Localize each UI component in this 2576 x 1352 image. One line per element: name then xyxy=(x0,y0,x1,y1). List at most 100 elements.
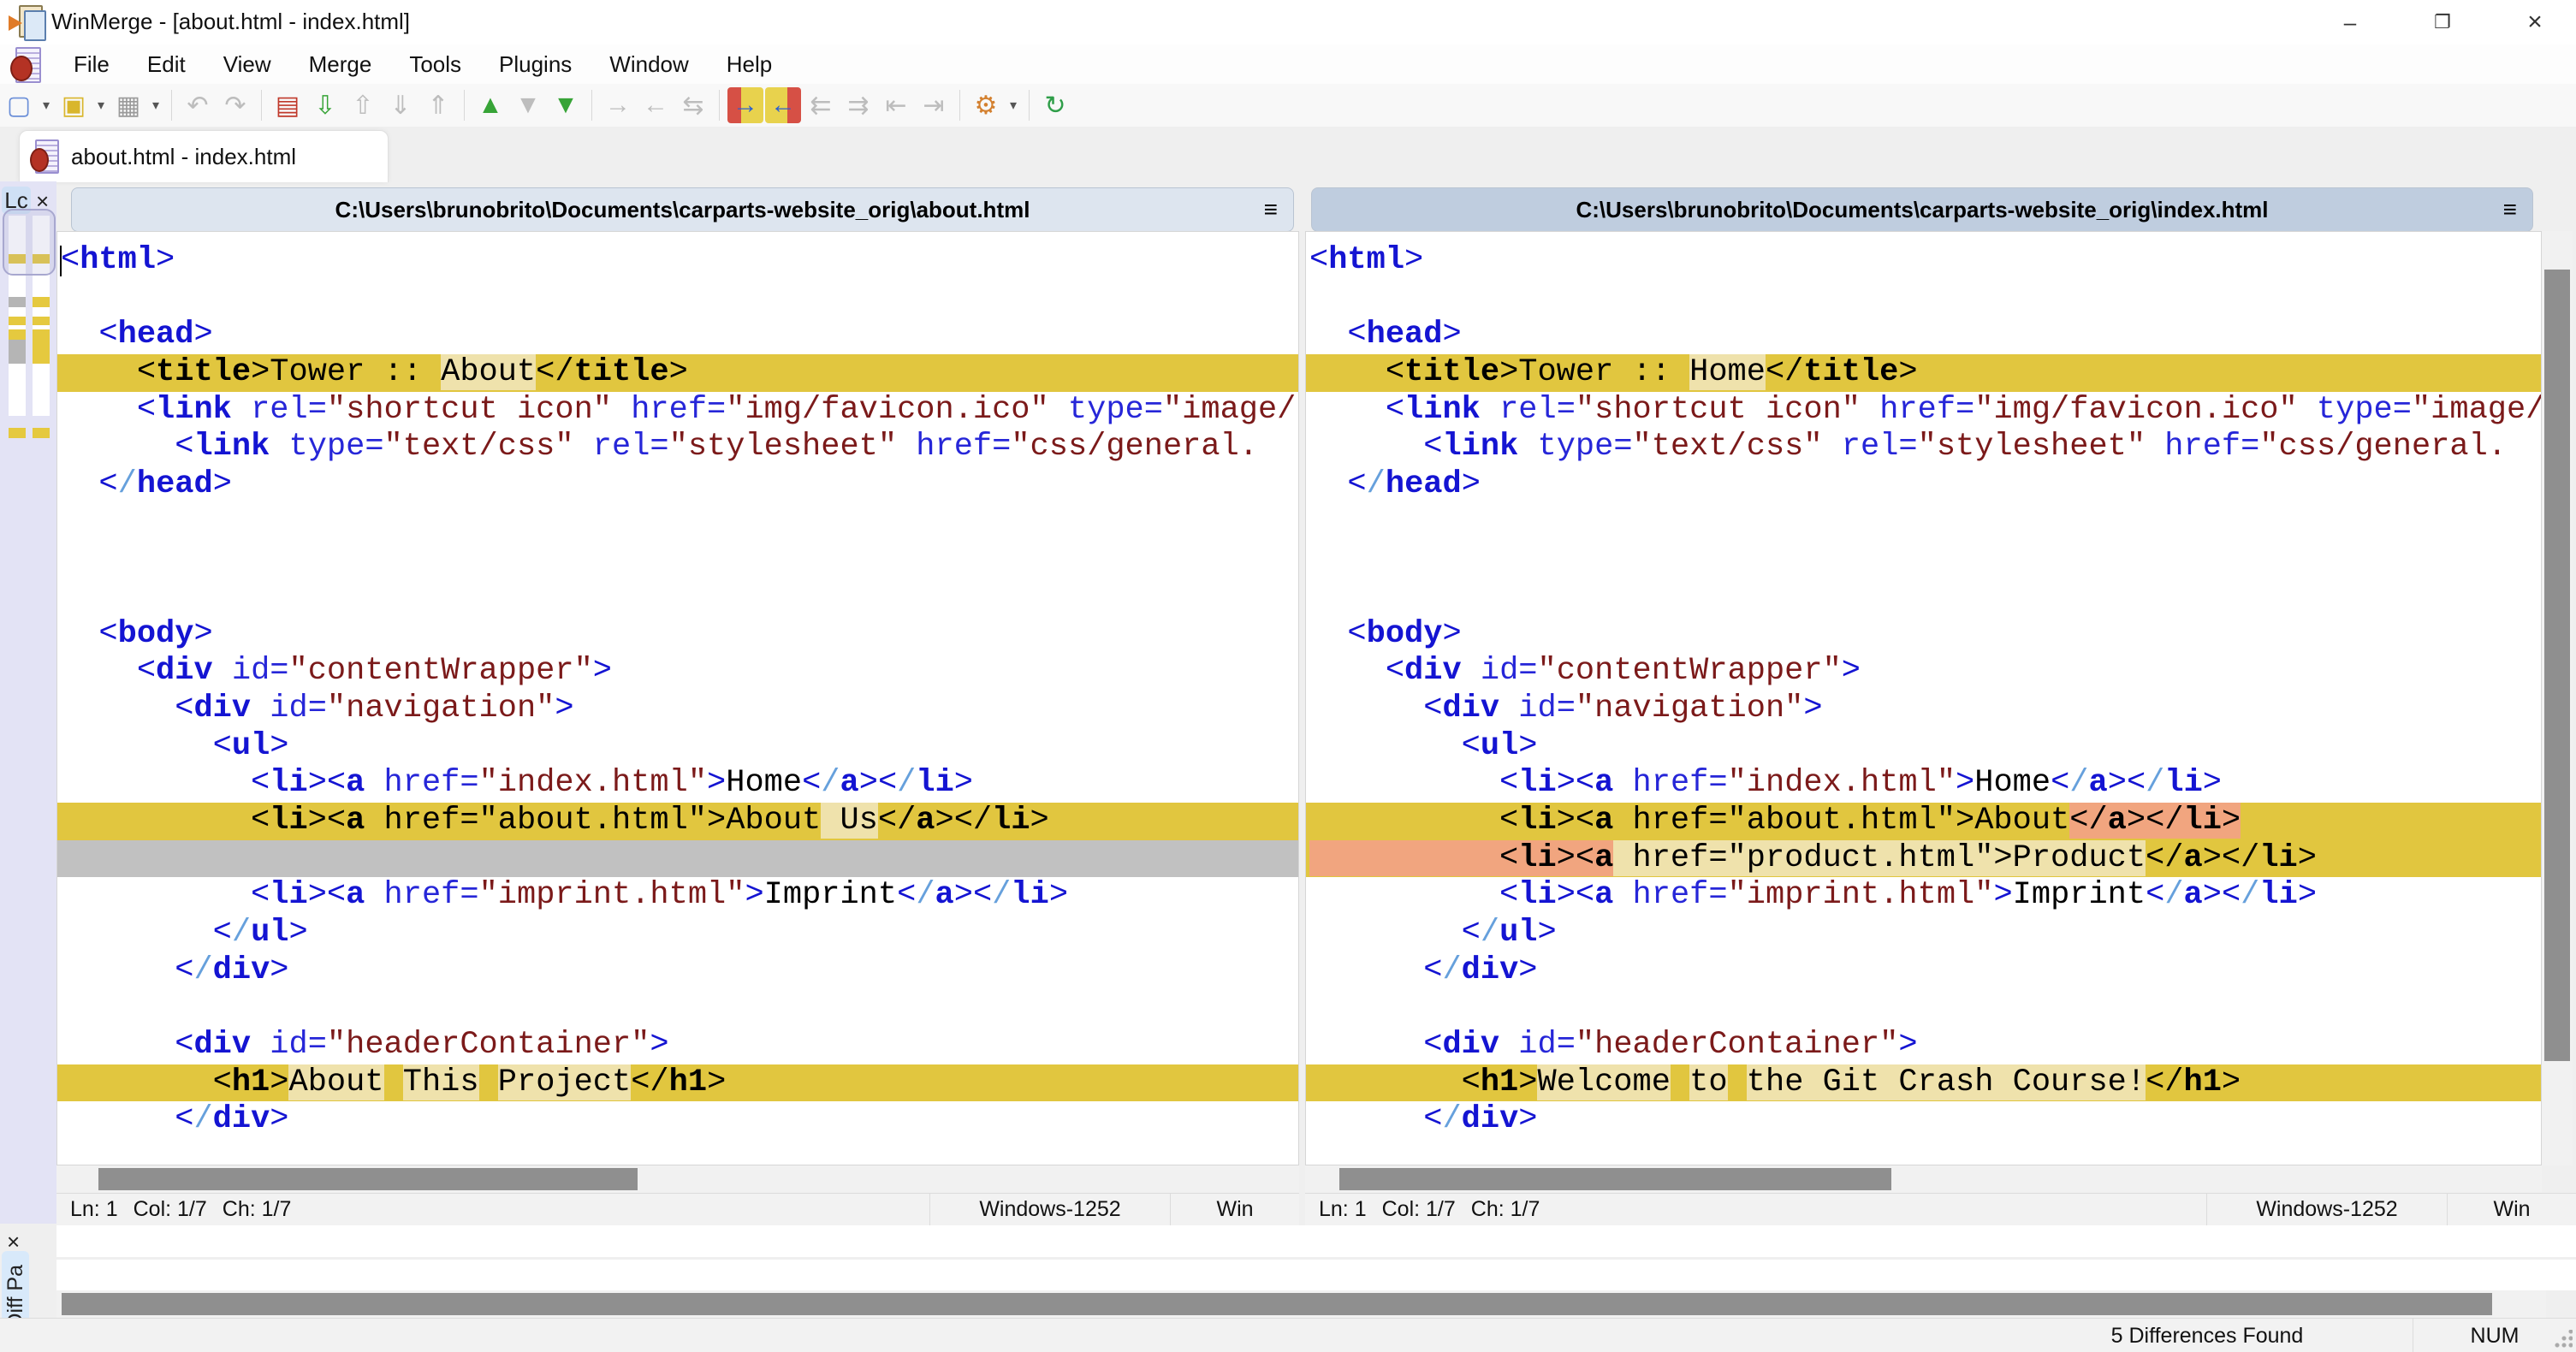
select-difference-icon[interactable]: ▼ xyxy=(510,87,546,123)
code-line[interactable]: <li><a href="product.html">Product</a></… xyxy=(1306,839,2541,878)
code-line[interactable]: <div id="headerContainer"> xyxy=(1306,1027,2541,1064)
swap-panes-icon[interactable]: ⇆ xyxy=(675,87,711,123)
copy-right-icon[interactable]: → xyxy=(727,87,763,123)
left-code-content[interactable]: <html> <head> <title>Tower :: About</tit… xyxy=(57,242,1298,1139)
undo-icon[interactable]: ↶ xyxy=(180,87,216,123)
diff-pane-content[interactable] xyxy=(56,1225,2576,1290)
vertical-scrollbar[interactable] xyxy=(2542,231,2573,1165)
plugin-settings-icon[interactable]: ⚙ xyxy=(968,87,1004,123)
refresh-icon[interactable]: ↻ xyxy=(1037,87,1073,123)
right-code-content[interactable]: <html> <head> <title>Tower :: Home</titl… xyxy=(1306,242,2541,1139)
code-line[interactable]: <html> xyxy=(1306,242,2541,280)
document-tab[interactable]: about.html - index.html xyxy=(19,130,389,182)
location-viewport-indicator[interactable] xyxy=(3,209,56,276)
save-icon[interactable]: ▦ xyxy=(110,87,146,123)
open-icon[interactable]: ▣ xyxy=(56,87,92,123)
code-line[interactable]: </ul> xyxy=(57,915,1298,952)
left-file-header[interactable]: C:\Users\brunobrito\Documents\carparts-w… xyxy=(71,187,1294,232)
code-line[interactable]: <head> xyxy=(57,317,1298,354)
code-line[interactable]: <body> xyxy=(1306,616,2541,654)
code-line[interactable]: <div id="contentWrapper"> xyxy=(1306,653,2541,691)
code-line[interactable]: <title>Tower :: About</title> xyxy=(57,354,1298,392)
code-line[interactable]: <link type="text/css" rel="stylesheet" h… xyxy=(57,429,1298,466)
menu-view[interactable]: View xyxy=(205,44,290,84)
last-difference-icon[interactable]: ▼ xyxy=(548,87,584,123)
code-line[interactable]: <li><a href="index.html">Home</a></li> xyxy=(57,765,1298,803)
menu-edit[interactable]: Edit xyxy=(128,44,205,84)
menu-window[interactable]: Window xyxy=(591,44,707,84)
code-line[interactable]: <link rel="shortcut icon" href="img/favi… xyxy=(1306,392,2541,430)
location-pane[interactable]: Lc × xyxy=(0,181,56,1224)
dropdown-caret-icon[interactable]: ▾ xyxy=(92,87,110,123)
code-line[interactable] xyxy=(1306,578,2541,616)
dropdown-caret-icon[interactable]: ▾ xyxy=(1005,87,1022,123)
right-hscroll-thumb[interactable] xyxy=(1339,1168,1891,1190)
code-line[interactable]: <li><a href="imprint.html">Imprint</a></… xyxy=(1306,877,2541,915)
code-line[interactable]: </ul> xyxy=(1306,915,2541,952)
vscroll-thumb[interactable] xyxy=(2544,270,2570,1061)
left-hscroll-thumb[interactable] xyxy=(98,1168,638,1190)
code-line[interactable]: <h1>Welcome to the Git Crash Course!</h1… xyxy=(1306,1064,2541,1102)
diff-pane-hscroll-thumb[interactable] xyxy=(62,1293,2492,1315)
code-line[interactable] xyxy=(57,504,1298,542)
code-line[interactable]: <div id="contentWrapper"> xyxy=(57,653,1298,691)
code-line[interactable]: </div> xyxy=(1306,952,2541,990)
code-line[interactable] xyxy=(57,578,1298,616)
previous-difference-icon[interactable]: ⇧ xyxy=(345,87,381,123)
code-line[interactable]: </div> xyxy=(57,1101,1298,1139)
close-button[interactable]: × xyxy=(2494,0,2576,44)
code-line[interactable]: </head> xyxy=(57,466,1298,504)
code-line[interactable]: <li><a href="about.html">About Us</a></l… xyxy=(57,803,1298,840)
left-horizontal-scrollbar[interactable] xyxy=(56,1165,1299,1193)
code-line[interactable] xyxy=(57,541,1298,578)
redo-icon[interactable]: ↷ xyxy=(217,87,253,123)
code-line[interactable]: <div id="navigation"> xyxy=(57,691,1298,728)
code-line[interactable]: <li><a href="imprint.html">Imprint</a></… xyxy=(57,877,1298,915)
code-line[interactable]: <div id="headerContainer"> xyxy=(57,1027,1298,1064)
code-line[interactable]: <link rel="shortcut icon" href="img/favi… xyxy=(57,392,1298,430)
code-line[interactable]: <li><a href="about.html">About</a></li> xyxy=(1306,803,2541,840)
code-line[interactable]: <body> xyxy=(57,616,1298,654)
current-difference-down-icon[interactable]: ⇓ xyxy=(383,87,418,123)
code-line[interactable] xyxy=(1306,504,2541,542)
menu-merge[interactable]: Merge xyxy=(290,44,391,84)
first-difference-icon[interactable]: ▲ xyxy=(472,87,508,123)
code-line[interactable]: <link type="text/css" rel="stylesheet" h… xyxy=(1306,429,2541,466)
code-line[interactable]: <ul> xyxy=(1306,728,2541,766)
code-line[interactable]: <li><a href="index.html">Home</a></li> xyxy=(1306,765,2541,803)
right-header-menu-icon[interactable]: ≡ xyxy=(2503,196,2517,223)
left-header-menu-icon[interactable]: ≡ xyxy=(1264,196,1278,223)
new-file-icon[interactable]: ▢ xyxy=(1,87,37,123)
right-code-pane[interactable]: <html> <head> <title>Tower :: Home</titl… xyxy=(1305,231,2542,1165)
restore-button[interactable]: ❐ xyxy=(2401,0,2484,44)
all-left-icon[interactable]: ⇇ xyxy=(803,87,839,123)
code-line[interactable]: </div> xyxy=(1306,1101,2541,1139)
copy-right-and-advance-icon[interactable]: ⇥ xyxy=(916,87,952,123)
menu-help[interactable]: Help xyxy=(708,44,791,84)
dropdown-caret-icon[interactable]: ▾ xyxy=(38,87,55,123)
compare-options-icon[interactable]: ▤ xyxy=(270,87,306,123)
diff-pane-horizontal-scrollbar[interactable] xyxy=(56,1290,2546,1318)
resize-grip[interactable] xyxy=(2554,1330,2573,1349)
next-conflict-icon[interactable]: → xyxy=(600,87,636,123)
right-file-header[interactable]: C:\Users\brunobrito\Documents\carparts-w… xyxy=(1311,187,2533,232)
code-line[interactable]: <ul> xyxy=(57,728,1298,766)
code-line[interactable]: <h1>About This Project</h1> xyxy=(57,1064,1298,1102)
minimize-button[interactable]: – xyxy=(2309,0,2391,44)
next-difference-icon[interactable]: ⇩ xyxy=(307,87,343,123)
code-line[interactable] xyxy=(57,280,1298,317)
code-line[interactable] xyxy=(1306,989,2541,1027)
code-line[interactable]: </head> xyxy=(1306,466,2541,504)
copy-left-and-advance-icon[interactable]: ⇤ xyxy=(878,87,914,123)
right-horizontal-scrollbar[interactable] xyxy=(1305,1165,2542,1193)
code-line[interactable] xyxy=(57,839,1298,878)
previous-conflict-icon[interactable]: ← xyxy=(638,87,674,123)
menu-tools[interactable]: Tools xyxy=(390,44,480,84)
code-line[interactable]: <div id="navigation"> xyxy=(1306,691,2541,728)
dropdown-caret-icon[interactable]: ▾ xyxy=(147,87,164,123)
code-line[interactable] xyxy=(1306,280,2541,317)
menu-plugins[interactable]: Plugins xyxy=(480,44,591,84)
copy-left-icon[interactable]: ← xyxy=(765,87,801,123)
code-line[interactable]: <html> xyxy=(57,242,1298,280)
code-line[interactable]: <title>Tower :: Home</title> xyxy=(1306,354,2541,392)
